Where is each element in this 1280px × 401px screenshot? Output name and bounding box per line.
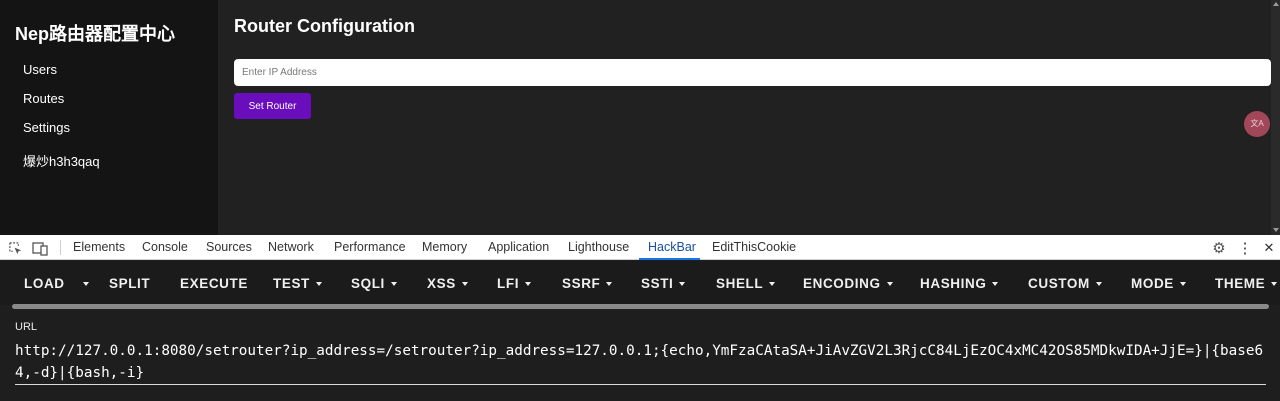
tab-application[interactable]: Application [488, 240, 549, 254]
tab-elements[interactable]: Elements [73, 240, 125, 254]
shell-label: SHELL [716, 276, 764, 291]
active-tab-indicator [639, 258, 700, 260]
tab-editthiscookie[interactable]: EditThisCookie [712, 240, 796, 254]
test-label: TEST [273, 276, 310, 291]
test-menu-button[interactable]: TEST [273, 276, 322, 291]
more-vert-icon[interactable]: ⋮ [1237, 240, 1253, 257]
hashing-menu-button[interactable]: HASHING [920, 276, 999, 291]
sidebar-item-user[interactable]: 爆炒h3h3qaq [23, 151, 100, 170]
chevron-down-icon [769, 282, 776, 286]
chevron-down-icon [83, 282, 89, 286]
shell-menu-button[interactable]: SHELL [716, 276, 776, 291]
hackbar-url-panel: URL http://127.0.0.1:8080/setrouter?ip_a… [0, 310, 1280, 401]
mode-label: MODE [1131, 276, 1174, 291]
toolbar-divider [60, 240, 61, 255]
ssrf-menu-button[interactable]: SSRF [562, 276, 613, 291]
encoding-label: ENCODING [803, 276, 881, 291]
url-label: URL [15, 321, 38, 333]
load-button[interactable]: LOAD [24, 276, 65, 291]
devtools-tab-bar: Elements Console Sources Network Perform… [0, 235, 1280, 260]
chevron-down-icon [886, 282, 893, 286]
chevron-down-icon [315, 282, 322, 286]
hackbar-toolbar: LOAD SPLIT EXECUTE TEST SQLI XSS LFI SSR… [0, 261, 1280, 305]
lfi-menu-button[interactable]: LFI [497, 276, 532, 291]
ip-address-input[interactable] [234, 59, 1271, 86]
sidebar-item-users[interactable]: Users [23, 62, 57, 77]
lfi-label: LFI [497, 276, 520, 291]
split-button[interactable]: SPLIT [109, 276, 150, 291]
sqli-menu-button[interactable]: SQLI [351, 276, 397, 291]
xss-label: XSS [427, 276, 456, 291]
ssti-menu-button[interactable]: SSTI [641, 276, 686, 291]
execute-button[interactable]: EXECUTE [180, 276, 248, 291]
ssrf-label: SSRF [562, 276, 601, 291]
scroll-down-arrow-icon[interactable] [1273, 228, 1279, 232]
tab-memory[interactable]: Memory [422, 240, 467, 254]
scroll-up-arrow-icon[interactable] [1273, 2, 1279, 6]
theme-menu-button[interactable]: THEME [1215, 276, 1278, 291]
custom-label: CUSTOM [1028, 276, 1090, 291]
page-scrollbar[interactable] [1271, 0, 1280, 235]
tab-performance[interactable]: Performance [334, 240, 406, 254]
url-input-underline [15, 384, 1266, 385]
sidebar: Nep路由器配置中心 Users Routes Settings 爆炒h3h3q… [0, 0, 218, 235]
chevron-down-icon [1095, 282, 1102, 286]
tab-console[interactable]: Console [142, 240, 188, 254]
chevron-down-icon [1271, 282, 1278, 286]
tab-network[interactable]: Network [268, 240, 314, 254]
theme-label: THEME [1215, 276, 1266, 291]
encoding-menu-button[interactable]: ENCODING [803, 276, 893, 291]
chevron-down-icon [1179, 282, 1186, 286]
tab-hackbar[interactable]: HackBar [648, 240, 696, 254]
tab-lighthouse[interactable]: Lighthouse [568, 240, 629, 254]
close-icon[interactable]: ✕ [1261, 240, 1277, 256]
ssti-label: SSTI [641, 276, 674, 291]
load-label: LOAD [24, 276, 65, 291]
chevron-down-icon [461, 282, 468, 286]
chevron-down-icon [606, 282, 613, 286]
toolbar-horizontal-scrollbar[interactable] [12, 304, 1269, 309]
url-input[interactable]: http://127.0.0.1:8080/setrouter?ip_addre… [15, 340, 1267, 384]
hashing-label: HASHING [920, 276, 987, 291]
chevron-down-icon [679, 282, 686, 286]
settings-gear-icon[interactable]: ⚙ [1211, 240, 1227, 257]
chevron-down-icon [525, 282, 532, 286]
sidebar-item-routes[interactable]: Routes [23, 91, 64, 106]
router-config-page: Nep路由器配置中心 Users Routes Settings 爆炒h3h3q… [0, 0, 1280, 235]
mode-menu-button[interactable]: MODE [1131, 276, 1186, 291]
translate-icon[interactable]: 文A [1244, 111, 1270, 137]
chevron-down-icon [390, 282, 397, 286]
sqli-label: SQLI [351, 276, 385, 291]
tab-sources[interactable]: Sources [206, 240, 252, 254]
chevron-down-icon [992, 282, 999, 286]
load-dropdown-button[interactable] [77, 276, 89, 291]
brand-title: Nep路由器配置中心 [15, 24, 176, 44]
page-title: Router Configuration [234, 16, 415, 36]
inspect-element-icon[interactable] [7, 240, 23, 256]
device-toolbar-icon[interactable] [32, 240, 48, 256]
xss-menu-button[interactable]: XSS [427, 276, 468, 291]
sidebar-item-settings[interactable]: Settings [23, 120, 70, 135]
custom-menu-button[interactable]: CUSTOM [1028, 276, 1102, 291]
set-router-button[interactable]: Set Router [234, 93, 311, 119]
